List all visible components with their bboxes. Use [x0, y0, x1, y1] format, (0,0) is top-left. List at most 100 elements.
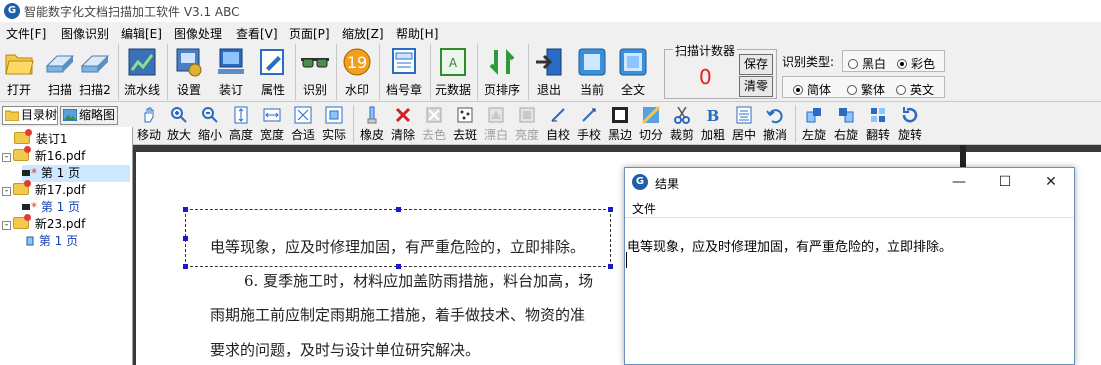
rotate-left-button[interactable]: 左旋 [799, 104, 829, 144]
collapse-toggle[interactable]: - [2, 153, 11, 162]
resize-handle[interactable] [183, 236, 188, 241]
brightness-button[interactable]: 亮度 [513, 104, 541, 144]
settings-button[interactable]: 设置 [170, 44, 208, 100]
tree-node-page[interactable]: * 第 1 页 [22, 199, 80, 216]
selection-rectangle[interactable] [185, 209, 611, 267]
tree-node-page[interactable]: 第 1 页 [26, 233, 78, 250]
radio-color[interactable]: 彩色 [897, 55, 935, 72]
scan2-button[interactable]: 扫描2 [78, 44, 112, 100]
page-sort-label: 页排序 [483, 83, 520, 97]
tree-node-file[interactable]: - 新16.pdf [2, 146, 86, 165]
actual-size-button[interactable]: 实际 [320, 104, 348, 144]
recognize-button[interactable]: 识别 [298, 44, 332, 100]
decolor-icon [426, 107, 442, 123]
scanner2-icon [80, 55, 110, 73]
collapse-toggle[interactable]: - [2, 187, 11, 196]
resize-handle[interactable] [608, 207, 613, 212]
menu-edit[interactable]: 编辑[E] [121, 25, 162, 42]
center-label: 居中 [731, 128, 756, 142]
flip-button[interactable]: 翻转 [863, 104, 893, 144]
bind-icon [218, 48, 244, 74]
resize-handle[interactable] [396, 264, 401, 269]
menu-file[interactable]: 文件[F] [6, 25, 46, 42]
bind-button[interactable]: 装订 [212, 44, 250, 100]
watermark-button[interactable]: 19 水印 [340, 44, 374, 100]
metadata-label: 元数据 [434, 83, 471, 97]
properties-button[interactable]: 属性 [254, 44, 292, 100]
split-label: 切分 [638, 128, 663, 142]
close-button[interactable]: ✕ [1028, 168, 1074, 196]
undo-label: 撤消 [762, 128, 787, 142]
fit-best-button[interactable]: 合适 [289, 104, 317, 144]
tree-node-file[interactable]: - 新17.pdf [2, 180, 85, 199]
result-text[interactable]: 电等现象，应及时修理加固，有严重危险的，立即排除。 [627, 236, 952, 255]
zoom-in-button[interactable]: 放大 [165, 104, 193, 144]
resize-handle[interactable] [183, 264, 188, 269]
center-button[interactable]: 居中 [730, 104, 758, 144]
menu-image-recognition[interactable]: 图像识别 [61, 25, 109, 42]
menu-help[interactable]: 帮助[H] [396, 25, 438, 42]
decolor-button[interactable]: 去色 [420, 104, 448, 144]
radio-black-white[interactable]: 黑白 [848, 55, 886, 72]
menu-page[interactable]: 页面[P] [289, 25, 330, 42]
split-button[interactable]: 切分 [637, 104, 665, 144]
app-icon: G [4, 3, 20, 19]
save-counter-button[interactable]: 保存 [739, 54, 773, 75]
bold-button[interactable]: B 加粗 [699, 104, 727, 144]
eraser-button[interactable]: 橡皮 [358, 104, 386, 144]
manual-deskew-label: 手校 [576, 128, 601, 142]
resize-handle[interactable] [396, 207, 401, 212]
minimize-button[interactable]: — [936, 168, 982, 196]
resize-handle[interactable] [608, 264, 613, 269]
fit-height-button[interactable]: 高度 [227, 104, 255, 144]
move-button[interactable]: 移动 [135, 104, 163, 144]
exit-button[interactable]: 退出 [531, 44, 567, 100]
fit-width-button[interactable]: 宽度 [258, 104, 286, 144]
tree-node-page-selected[interactable]: * 第 1 页 [22, 165, 130, 182]
rotate-button[interactable]: 旋转 [895, 104, 925, 144]
clear-counter-button[interactable]: 清零 [739, 76, 773, 97]
crop-button[interactable]: 裁剪 [668, 104, 696, 144]
bleach-button[interactable]: 漂白 [482, 104, 510, 144]
watermark-label: 水印 [344, 83, 369, 97]
tree-node-file[interactable]: - 新23.pdf [2, 214, 85, 233]
maximize-button[interactable]: ☐ [982, 168, 1028, 196]
manual-deskew-button[interactable]: 手校 [575, 104, 603, 144]
pipeline-icon [128, 48, 156, 76]
current-button[interactable]: 当前 [574, 44, 610, 100]
radio-simplified[interactable]: 简体 [793, 81, 831, 98]
menu-zoom[interactable]: 缩放[Z] [342, 25, 384, 42]
menu-image-processing[interactable]: 图像处理 [174, 25, 222, 42]
tab-directory-tree[interactable]: 目录树 [2, 106, 58, 125]
clear-label: 清除 [390, 128, 415, 142]
result-window-titlebar[interactable]: G 结果 — ☐ ✕ [625, 168, 1074, 196]
despeckle-button[interactable]: 去斑 [451, 104, 479, 144]
tree-node-label: 新16.pdf [34, 149, 86, 163]
tab-thumbnails[interactable]: 缩略图 [60, 106, 118, 125]
clear-button[interactable]: 清除 [389, 104, 417, 144]
rotate-right-button[interactable]: 右旋 [831, 104, 861, 144]
result-menu-file[interactable]: 文件 [632, 200, 656, 217]
tree-node-binding[interactable]: 装订1 [12, 129, 67, 148]
black-border-button[interactable]: 黑边 [606, 104, 634, 144]
color-mode-group: 黑白 彩色 [842, 50, 945, 72]
radio-traditional[interactable]: 繁体 [847, 81, 885, 98]
archive-stamp-button[interactable]: 档号章 [382, 44, 426, 100]
separator [295, 44, 296, 100]
menu-view[interactable]: 查看[V] [236, 25, 278, 42]
document-line: 要求的问题，及时与设计单位研究解决。 [210, 341, 481, 359]
radio-english[interactable]: 英文 [896, 81, 934, 98]
page-sort-button[interactable]: 页排序 [480, 44, 524, 100]
eraser-icon [367, 106, 377, 124]
pipeline-button[interactable]: 流水线 [121, 44, 163, 100]
fulltext-button[interactable]: 全文 [615, 44, 651, 100]
open-button[interactable]: 打开 [2, 44, 36, 100]
metadata-button[interactable]: A 元数据 [433, 44, 473, 100]
radio-english-dot [896, 85, 906, 95]
undo-button[interactable]: 撤消 [761, 104, 789, 144]
resize-handle[interactable] [183, 207, 188, 212]
zoom-out-button[interactable]: 缩小 [196, 104, 224, 144]
scan-button[interactable]: 扫描 [42, 44, 78, 100]
collapse-toggle[interactable]: - [2, 221, 11, 230]
auto-deskew-button[interactable]: 自校 [544, 104, 572, 144]
